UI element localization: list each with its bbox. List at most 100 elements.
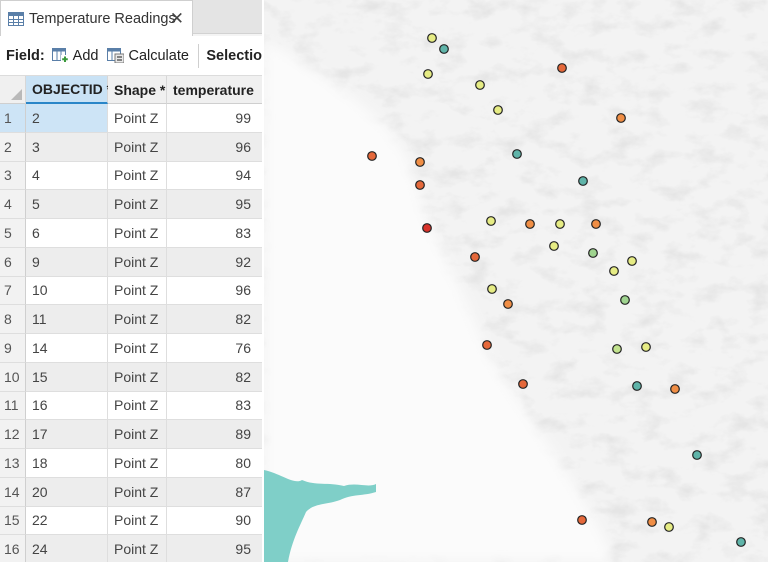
temperature-point[interactable] (367, 151, 377, 161)
temperature-point[interactable] (647, 517, 657, 527)
cell-shape[interactable]: Point Z (108, 305, 167, 334)
temperature-point[interactable] (557, 63, 567, 73)
temperature-point[interactable] (486, 216, 496, 226)
table-row[interactable]: 2 3 Point Z 96 (0, 132, 262, 162)
row-number[interactable]: 4 (0, 190, 26, 219)
cell-temperature[interactable]: 82 (167, 305, 262, 334)
cell-temperature[interactable]: 92 (167, 247, 262, 277)
column-header-temperature[interactable]: temperature (167, 76, 262, 104)
temperature-point[interactable] (627, 256, 637, 266)
table-row[interactable]: 13 18 Point Z 80 (0, 449, 262, 478)
column-header-shape[interactable]: Shape * (108, 76, 167, 104)
temperature-point[interactable] (612, 344, 622, 354)
cell-temperature[interactable]: 82 (167, 362, 262, 392)
tab-temperature-readings[interactable]: Temperature Readings ✕ (0, 0, 193, 36)
temperature-point[interactable] (422, 223, 432, 233)
hillshade-basemap[interactable] (264, 0, 768, 562)
cell-shape[interactable]: Point Z (108, 449, 167, 478)
table-row[interactable]: 3 4 Point Z 94 (0, 161, 262, 191)
row-number[interactable]: 7 (0, 276, 26, 306)
table-row[interactable]: 14 20 Point Z 87 (0, 477, 262, 507)
temperature-point[interactable] (577, 515, 587, 525)
select-all-corner[interactable] (0, 76, 26, 104)
cell-objectid[interactable]: 15 (26, 362, 108, 392)
table-row[interactable]: 7 10 Point Z 96 (0, 276, 262, 306)
cell-objectid[interactable]: 14 (26, 334, 108, 363)
close-icon[interactable]: ✕ (170, 10, 184, 27)
row-number[interactable]: 5 (0, 219, 26, 248)
row-number[interactable]: 9 (0, 334, 26, 363)
cell-shape[interactable]: Point Z (108, 477, 167, 507)
cell-objectid[interactable]: 3 (26, 132, 108, 162)
temperature-point[interactable] (588, 248, 598, 258)
row-number[interactable]: 14 (0, 477, 26, 507)
map-view[interactable] (264, 0, 768, 562)
temperature-point[interactable] (439, 44, 449, 54)
table-row[interactable]: 6 9 Point Z 92 (0, 247, 262, 277)
cell-temperature[interactable]: 83 (167, 219, 262, 248)
table-row[interactable]: 8 11 Point Z 82 (0, 305, 262, 334)
cell-objectid[interactable]: 11 (26, 305, 108, 334)
cell-temperature[interactable]: 87 (167, 477, 262, 507)
cell-shape[interactable]: Point Z (108, 104, 167, 133)
cell-shape[interactable]: Point Z (108, 219, 167, 248)
cell-shape[interactable]: Point Z (108, 420, 167, 449)
row-number[interactable]: 13 (0, 449, 26, 478)
temperature-point[interactable] (620, 295, 630, 305)
temperature-point[interactable] (736, 537, 746, 547)
temperature-point[interactable] (549, 241, 559, 251)
temperature-point[interactable] (518, 379, 528, 389)
temperature-point[interactable] (692, 450, 702, 460)
temperature-point[interactable] (670, 384, 680, 394)
cell-temperature[interactable]: 94 (167, 162, 262, 191)
temperature-point[interactable] (427, 33, 437, 43)
cell-objectid[interactable]: 10 (26, 276, 108, 306)
cell-shape[interactable]: Point Z (108, 247, 167, 277)
table-row[interactable]: 1 2 Point Z 99 (0, 104, 262, 133)
cell-objectid[interactable]: 20 (26, 477, 108, 507)
row-number[interactable]: 8 (0, 305, 26, 334)
cell-temperature[interactable]: 96 (167, 132, 262, 162)
table-row[interactable]: 10 15 Point Z 82 (0, 362, 262, 392)
cell-shape[interactable]: Point Z (108, 276, 167, 306)
table-row[interactable]: 16 24 Point Z 95 (0, 535, 262, 562)
temperature-point[interactable] (503, 299, 513, 309)
temperature-point[interactable] (591, 219, 601, 229)
row-number[interactable]: 3 (0, 161, 26, 191)
cell-objectid[interactable]: 16 (26, 391, 108, 421)
cell-shape[interactable]: Point Z (108, 161, 167, 191)
cell-temperature[interactable]: 95 (167, 190, 262, 219)
temperature-point[interactable] (512, 149, 522, 159)
calculate-field-button[interactable]: Calculate (107, 48, 189, 64)
table-row[interactable]: 12 17 Point Z 89 (0, 420, 262, 449)
cell-temperature[interactable]: 90 (167, 507, 262, 536)
row-number[interactable]: 16 (0, 535, 26, 562)
table-row[interactable]: 11 16 Point Z 83 (0, 391, 262, 421)
cell-objectid[interactable]: 4 (26, 161, 108, 191)
cell-temperature[interactable]: 76 (167, 334, 262, 363)
temperature-point[interactable] (415, 157, 425, 167)
row-number[interactable]: 12 (0, 420, 26, 449)
table-row[interactable]: 15 22 Point Z 90 (0, 506, 262, 536)
column-header-objectid[interactable]: OBJECTID * (26, 76, 112, 104)
table-row[interactable]: 4 5 Point Z 95 (0, 190, 262, 219)
cell-objectid[interactable]: 24 (26, 535, 108, 562)
cell-shape[interactable]: Point Z (108, 362, 167, 392)
table-row[interactable]: 9 14 Point Z 76 (0, 334, 262, 363)
cell-objectid[interactable]: 17 (26, 420, 108, 449)
temperature-point[interactable] (415, 180, 425, 190)
cell-shape[interactable]: Point Z (108, 506, 167, 536)
cell-temperature[interactable]: 83 (167, 392, 262, 421)
temperature-point[interactable] (482, 340, 492, 350)
temperature-point[interactable] (487, 284, 497, 294)
row-number[interactable]: 1 (0, 104, 26, 133)
cell-shape[interactable]: Point Z (108, 190, 167, 219)
add-field-button[interactable]: Add (51, 48, 98, 64)
cell-objectid[interactable]: 18 (26, 449, 108, 478)
temperature-point[interactable] (616, 113, 626, 123)
temperature-point[interactable] (470, 252, 480, 262)
temperature-point[interactable] (525, 219, 535, 229)
temperature-point[interactable] (632, 381, 642, 391)
row-number[interactable]: 15 (0, 506, 26, 536)
cell-shape[interactable]: Point Z (108, 132, 167, 162)
